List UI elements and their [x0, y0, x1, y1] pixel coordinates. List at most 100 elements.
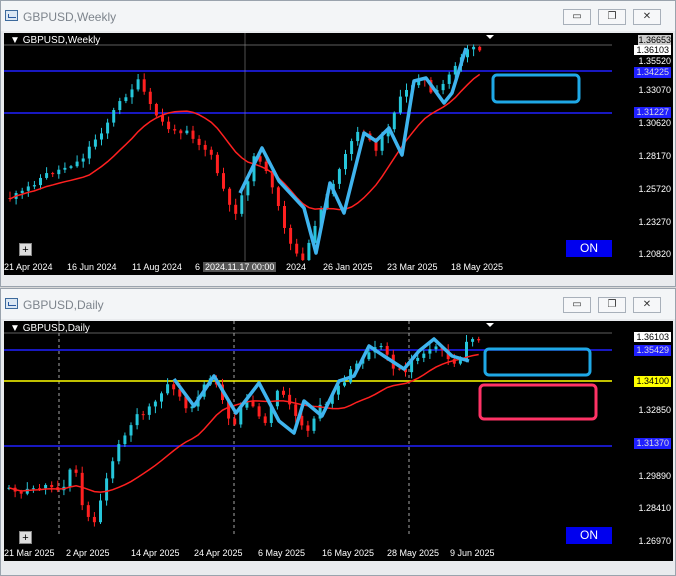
- candle-body: [379, 345, 383, 348]
- candle-body: [209, 149, 213, 155]
- window-title: GBPUSD,Weekly: [23, 10, 117, 24]
- price-label-7: 1.25720: [638, 184, 671, 194]
- candle-body: [172, 384, 176, 390]
- price-label-current: 1.36103: [634, 45, 671, 55]
- candle-body: [117, 444, 121, 462]
- on-toggle-button[interactable]: ON: [566, 527, 612, 544]
- candle-body: [276, 187, 280, 206]
- price-label-high: 1.36653: [638, 35, 671, 45]
- candle-body: [434, 346, 438, 350]
- candle-body: [246, 181, 250, 196]
- candle-body: [263, 416, 267, 423]
- candle-body: [74, 469, 78, 473]
- x-tick: 16 May 2025: [322, 548, 375, 558]
- x-tick: 9 Jun 2025: [450, 548, 495, 558]
- price-label-5: 1.28410: [638, 503, 671, 513]
- on-toggle-button[interactable]: ON: [566, 240, 612, 257]
- candle-body: [166, 384, 170, 394]
- candle-body: [26, 186, 30, 191]
- candle-body: [288, 394, 292, 405]
- x-tick: 21 Apr 2024: [4, 262, 53, 272]
- candle-body: [380, 136, 384, 151]
- close-button[interactable]: ✕: [633, 9, 661, 25]
- minimize-button[interactable]: ▭: [563, 297, 591, 313]
- candle-body: [197, 138, 201, 145]
- x-tick: 11 Aug 2024: [132, 262, 182, 272]
- candle-body: [312, 418, 316, 431]
- yellow-line-label: 1.34100: [634, 376, 671, 387]
- candle-body: [337, 169, 341, 184]
- candle-body: [44, 484, 48, 489]
- zigzag-pattern: [172, 337, 470, 435]
- add-indicator-button[interactable]: +: [19, 531, 32, 544]
- candle-body: [31, 488, 35, 490]
- close-button[interactable]: ✕: [633, 297, 661, 313]
- daily-titlebar[interactable]: GBPUSD,Daily ▭ ❐ ✕: [1, 289, 675, 319]
- resistance-zone-rect: [478, 383, 598, 421]
- candle-body: [161, 115, 164, 122]
- x-tick: 23 Mar 2025: [387, 262, 438, 272]
- candle-body: [167, 121, 171, 130]
- chart-window-icon: [5, 10, 18, 21]
- candle-body: [405, 89, 408, 97]
- candle-body: [154, 103, 158, 116]
- candle-body: [111, 461, 115, 479]
- candle-body: [441, 83, 445, 91]
- price-label-3: 1.32850: [638, 405, 671, 415]
- candle-body: [447, 74, 451, 84]
- candle-body: [240, 195, 244, 214]
- chart-window-icon: [5, 298, 18, 309]
- candle-body: [105, 478, 109, 501]
- target-zone-rect: [483, 347, 592, 377]
- add-indicator-button[interactable]: +: [19, 243, 32, 256]
- minimize-button[interactable]: ▭: [563, 9, 591, 25]
- candle-body: [234, 204, 238, 214]
- candle-body: [147, 406, 151, 415]
- restore-button[interactable]: ❐: [598, 297, 626, 313]
- symbol-label: ▼ GBPUSD,Daily: [10, 323, 90, 334]
- price-label-5: 1.30620: [638, 118, 671, 128]
- weekly-price-chart[interactable]: ▼ GBPUSD,Weekly 1.36653 1.36103 1.35520 …: [4, 33, 673, 261]
- x-tick: 28 May 2025: [387, 548, 440, 558]
- candle-body: [32, 185, 36, 187]
- daily-price-chart[interactable]: ▼ GBPUSD,Daily 1.36103 1.35429 1.34100 1…: [4, 321, 673, 547]
- candle-body: [129, 425, 133, 436]
- x-tick: 2024: [286, 262, 307, 272]
- candle-body: [428, 349, 432, 354]
- candle-body: [136, 79, 140, 90]
- candle-body: [130, 89, 134, 98]
- blue-line-bottom-label: 1.31370: [634, 438, 671, 449]
- candle-body: [275, 390, 279, 407]
- candle-body: [416, 357, 420, 361]
- candle-body: [295, 243, 299, 254]
- candle-body: [257, 406, 261, 417]
- candle-body: [222, 173, 225, 189]
- candle-body: [135, 414, 139, 426]
- x-tick: 26 Jan 2025: [323, 262, 373, 272]
- candle-body: [307, 242, 311, 261]
- candle-body: [398, 96, 402, 113]
- candle-body: [142, 79, 146, 92]
- candle-body: [20, 190, 24, 194]
- candle-body: [215, 154, 219, 174]
- candle-body: [124, 97, 128, 102]
- moving-average-line: [8, 353, 479, 493]
- candle-body: [160, 393, 163, 402]
- symbol-text: GBPUSD,Daily: [22, 323, 90, 334]
- weekly-chart-window: GBPUSD,Weekly ▭ ❐ ✕ ▼ GBPUSD,Weekly 1.36…: [0, 0, 676, 287]
- price-label-4: 1.33070: [638, 85, 671, 95]
- candle-body: [477, 339, 481, 341]
- candle-body: [92, 516, 96, 523]
- weekly-candles-svg: [4, 33, 612, 261]
- price-label-current: 1.36103: [634, 332, 671, 342]
- x-tick: 21 Mar 2025: [4, 548, 55, 558]
- symbol-label: ▼ GBPUSD,Weekly: [10, 35, 101, 46]
- candle-body: [367, 352, 371, 360]
- candle-body: [123, 435, 127, 445]
- candle-body: [80, 472, 84, 506]
- candle-body: [112, 110, 116, 123]
- weekly-titlebar[interactable]: GBPUSD,Weekly ▭ ❐ ✕: [1, 1, 675, 31]
- candle-body: [282, 390, 285, 395]
- restore-button[interactable]: ❐: [598, 9, 626, 25]
- candle-body: [19, 491, 23, 494]
